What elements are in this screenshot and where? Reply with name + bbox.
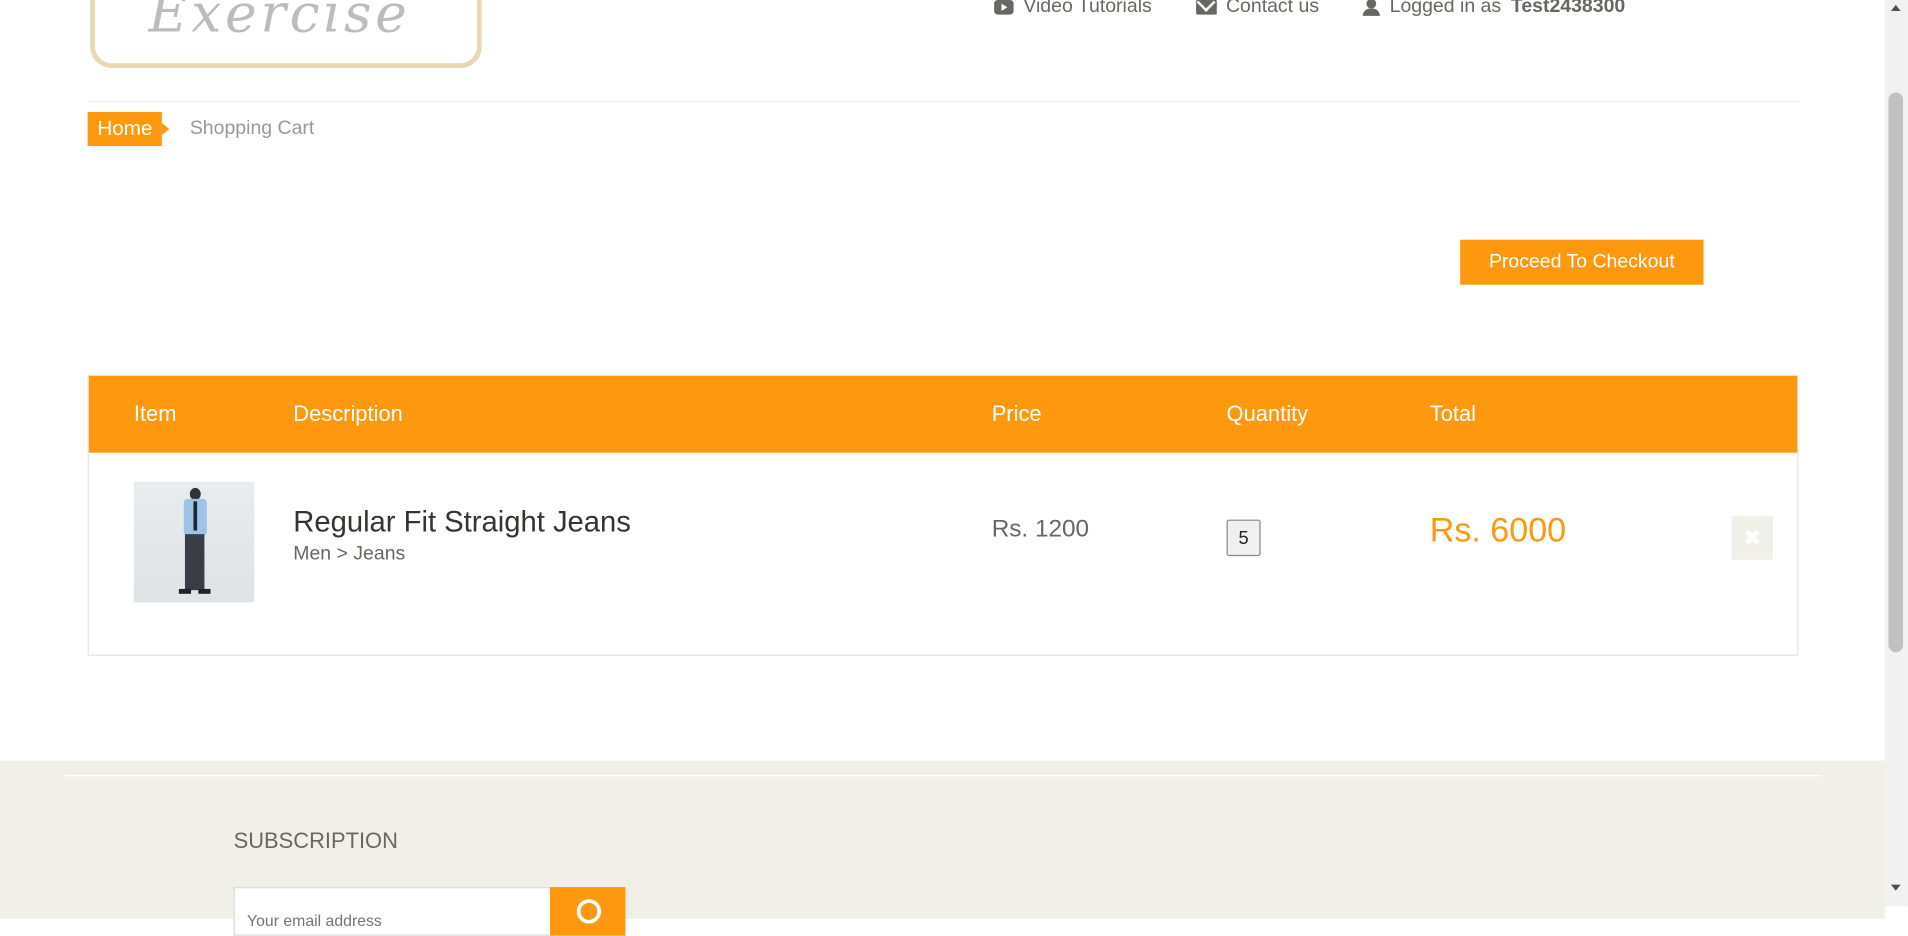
arrow-circle-icon: [576, 899, 602, 924]
nav-video-tutorials[interactable]: Video Tutorials: [994, 0, 1152, 18]
cart-table-header: Item Description Price Quantity Total: [88, 375, 1798, 453]
breadcrumb-current: Shopping Cart: [189, 118, 315, 139]
footer-divider: [64, 775, 1822, 777]
scroll-up-arrow-icon[interactable]: [1890, 4, 1901, 11]
figure-shoe: [178, 588, 192, 594]
subscription-title: SUBSCRIPTION: [233, 828, 398, 853]
figure-shoe: [198, 588, 211, 594]
column-total: Total: [1429, 401, 1477, 426]
user-icon: [1362, 0, 1380, 16]
product-category: Men > Jeans: [293, 543, 406, 565]
column-price: Price: [991, 401, 1042, 426]
subscription-email-input[interactable]: [233, 887, 550, 936]
username: Test2438300: [1510, 0, 1626, 18]
header-nav: Video Tutorials Contact us Logged in as …: [994, 0, 1625, 18]
scrollbar-thumb[interactable]: [1888, 92, 1904, 653]
product-image[interactable]: [133, 481, 255, 603]
play-icon: [994, 0, 1014, 15]
cart-table: Item Description Price Quantity Total Re…: [87, 374, 1799, 656]
logo-text: Exercise: [148, 0, 410, 45]
header-divider: [87, 100, 1799, 103]
site-logo[interactable]: Exercise: [90, 0, 482, 69]
delete-item-button[interactable]: ✖: [1731, 515, 1773, 560]
nav-video-label: Video Tutorials: [1023, 0, 1152, 18]
proceed-to-checkout-button[interactable]: Proceed To Checkout: [1460, 239, 1704, 285]
times-icon: ✖: [1743, 525, 1762, 550]
quantity-display[interactable]: 5: [1226, 519, 1261, 557]
product-price: Rs. 1200: [991, 515, 1090, 543]
page-scrollbar[interactable]: [1884, 0, 1908, 907]
column-quantity: Quantity: [1226, 401, 1309, 426]
page: Exercise Video Tutorials Contact us Logg…: [0, 0, 1908, 936]
nav-logged-in[interactable]: Logged in as Test2438300: [1362, 0, 1626, 18]
figure-jeans: [184, 534, 205, 591]
breadcrumb-home[interactable]: Home: [87, 111, 171, 147]
column-description: Description: [293, 401, 403, 426]
product-total: Rs. 6000: [1429, 511, 1567, 549]
nav-contact-label: Contact us: [1225, 0, 1320, 18]
footer: SUBSCRIPTION: [0, 760, 1885, 936]
scroll-down-arrow-icon[interactable]: [1890, 884, 1901, 891]
nav-contact-us[interactable]: Contact us: [1195, 0, 1320, 18]
logo-word: Exercise: [148, 0, 411, 46]
product-name-link[interactable]: Regular Fit Straight Jeans: [293, 506, 631, 540]
column-item: Item: [133, 401, 177, 426]
figure-tie: [193, 501, 198, 531]
envelope-icon: [1195, 0, 1217, 15]
subscribe-button[interactable]: [549, 887, 626, 936]
logged-in-label: Logged in as: [1389, 0, 1502, 18]
